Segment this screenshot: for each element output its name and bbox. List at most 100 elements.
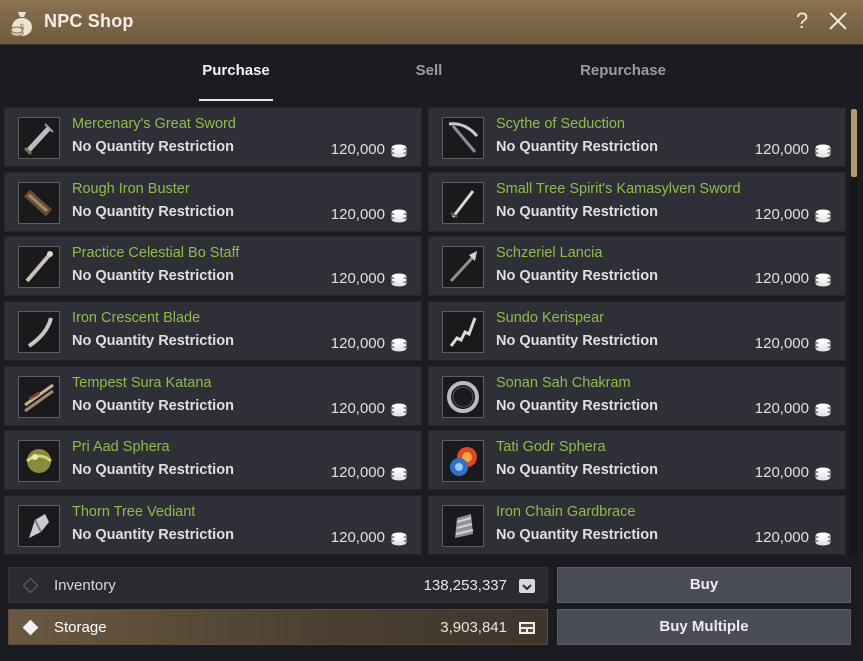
storage-source-option[interactable]: Storage 3,903,841 [8, 609, 548, 645]
shop-item[interactable]: Practice Celestial Bo Staff No Quantity … [4, 236, 422, 296]
shop-item[interactable]: Mercenary's Great Sword No Quantity Rest… [4, 107, 422, 167]
item-thumbnail [442, 505, 484, 547]
window-title: NPC Shop [44, 11, 134, 31]
scrollbar-thumb[interactable] [851, 109, 857, 177]
shop-item[interactable]: Small Tree Spirit's Kamasylven Sword No … [428, 172, 846, 232]
shop-item[interactable]: Rough Iron Buster No Quantity Restrictio… [4, 172, 422, 232]
buster-icon [19, 183, 59, 223]
item-price: 120,000 [330, 464, 385, 481]
item-price: 120,000 [754, 400, 809, 417]
tab-sell[interactable]: Sell [404, 62, 454, 79]
item-thumbnail [442, 182, 484, 224]
tab-purchase[interactable]: Purchase [199, 62, 273, 79]
inventory-icon [519, 579, 535, 593]
storage-label: Storage [54, 619, 107, 636]
item-restriction: No Quantity Restriction [72, 527, 234, 543]
silver-coin-stack-icon [391, 467, 407, 481]
shop-item[interactable]: Iron Crescent Blade No Quantity Restrict… [4, 301, 422, 361]
item-price: 120,000 [330, 529, 385, 546]
great-sword-icon [19, 118, 59, 158]
inventory-source-option[interactable]: Inventory 138,253,337 [8, 567, 548, 603]
shop-item[interactable]: Thorn Tree Vediant No Quantity Restricti… [4, 495, 422, 555]
item-list-scrollbar[interactable] [851, 107, 857, 555]
silver-coin-stack-icon [815, 403, 831, 417]
item-price: 120,000 [330, 335, 385, 352]
item-name: Iron Crescent Blade [72, 310, 201, 326]
shop-item[interactable]: Schzeriel Lancia No Quantity Restriction… [428, 236, 846, 296]
item-thumbnail [18, 440, 60, 482]
item-thumbnail [18, 311, 60, 353]
storage-amount: 3,903,841 [440, 619, 507, 636]
silver-coin-stack-icon [815, 273, 831, 287]
shop-window: Purchase Sell Repurchase Mercenary's Gre… [0, 45, 863, 661]
gardbrace-icon [443, 506, 483, 546]
shop-item[interactable]: Pri Aad Sphera No Quantity Restriction 1… [4, 430, 422, 490]
silver-coin-stack-icon [391, 209, 407, 223]
item-price: 120,000 [330, 400, 385, 417]
inventory-label: Inventory [54, 577, 116, 594]
crescent-blade-icon [19, 312, 59, 352]
help-button[interactable]: ? [792, 8, 812, 34]
silver-coin-stack-icon [391, 144, 407, 158]
inventory-amount: 138,253,337 [423, 577, 507, 594]
item-thumbnail [18, 376, 60, 418]
item-price: 120,000 [754, 335, 809, 352]
tab-repurchase[interactable]: Repurchase [573, 62, 673, 79]
silver-coin-stack-icon [391, 338, 407, 352]
title-bar: $ NPC Shop ? [0, 0, 863, 45]
item-restriction: No Quantity Restriction [72, 398, 234, 414]
item-thumbnail [442, 117, 484, 159]
silver-coin-stack-icon [815, 532, 831, 546]
vediant-icon [19, 506, 59, 546]
item-thumbnail [442, 376, 484, 418]
item-thumbnail [18, 182, 60, 224]
silver-coin-stack-icon [815, 144, 831, 158]
kamasylven-sword-icon [443, 183, 483, 223]
item-price: 120,000 [754, 270, 809, 287]
buy-button[interactable]: Buy [557, 567, 851, 603]
item-thumbnail [442, 246, 484, 288]
item-name: Schzeriel Lancia [496, 245, 603, 261]
item-thumbnail [18, 505, 60, 547]
shop-item[interactable]: Tati Godr Sphera No Quantity Restriction… [428, 430, 846, 490]
storage-icon [519, 622, 535, 634]
item-restriction: No Quantity Restriction [496, 204, 658, 220]
tab-bar: Purchase Sell Repurchase [0, 45, 863, 102]
active-tab-indicator [199, 99, 273, 101]
item-restriction: No Quantity Restriction [496, 139, 658, 155]
shop-item[interactable]: Sonan Sah Chakram No Quantity Restrictio… [428, 366, 846, 426]
item-thumbnail [442, 311, 484, 353]
item-restriction: No Quantity Restriction [72, 204, 234, 220]
kerispear-icon [443, 312, 483, 352]
lancia-icon [443, 247, 483, 287]
item-name: Thorn Tree Vediant [72, 504, 196, 520]
item-price: 120,000 [330, 141, 385, 158]
shop-item[interactable]: Scythe of Seduction No Quantity Restrict… [428, 107, 846, 167]
item-name: Mercenary's Great Sword [72, 116, 236, 132]
item-restriction: No Quantity Restriction [496, 462, 658, 478]
unselected-diamond-icon [22, 577, 39, 594]
item-thumbnail [18, 246, 60, 288]
item-thumbnail [442, 440, 484, 482]
chakram-icon [443, 377, 483, 417]
scythe-icon [443, 118, 483, 158]
shop-item[interactable]: Iron Chain Gardbrace No Quantity Restric… [428, 495, 846, 555]
item-name: Small Tree Spirit's Kamasylven Sword [496, 181, 741, 197]
bo-staff-icon [19, 247, 59, 287]
silver-coin-stack-icon [391, 403, 407, 417]
close-icon[interactable] [826, 9, 850, 33]
item-restriction: No Quantity Restriction [72, 333, 234, 349]
item-name: Scythe of Seduction [496, 116, 625, 132]
item-name: Practice Celestial Bo Staff [72, 245, 240, 261]
shop-item[interactable]: Sundo Kerispear No Quantity Restriction … [428, 301, 846, 361]
fire-sphera-icon [443, 441, 483, 481]
silver-coin-stack-icon [391, 532, 407, 546]
item-restriction: No Quantity Restriction [72, 139, 234, 155]
item-restriction: No Quantity Restriction [72, 268, 234, 284]
item-name: Pri Aad Sphera [72, 439, 170, 455]
item-price: 120,000 [754, 206, 809, 223]
selected-diamond-icon [22, 619, 39, 636]
shop-item[interactable]: Tempest Sura Katana No Quantity Restrict… [4, 366, 422, 426]
item-restriction: No Quantity Restriction [496, 527, 658, 543]
buy-multiple-button[interactable]: Buy Multiple [557, 609, 851, 645]
